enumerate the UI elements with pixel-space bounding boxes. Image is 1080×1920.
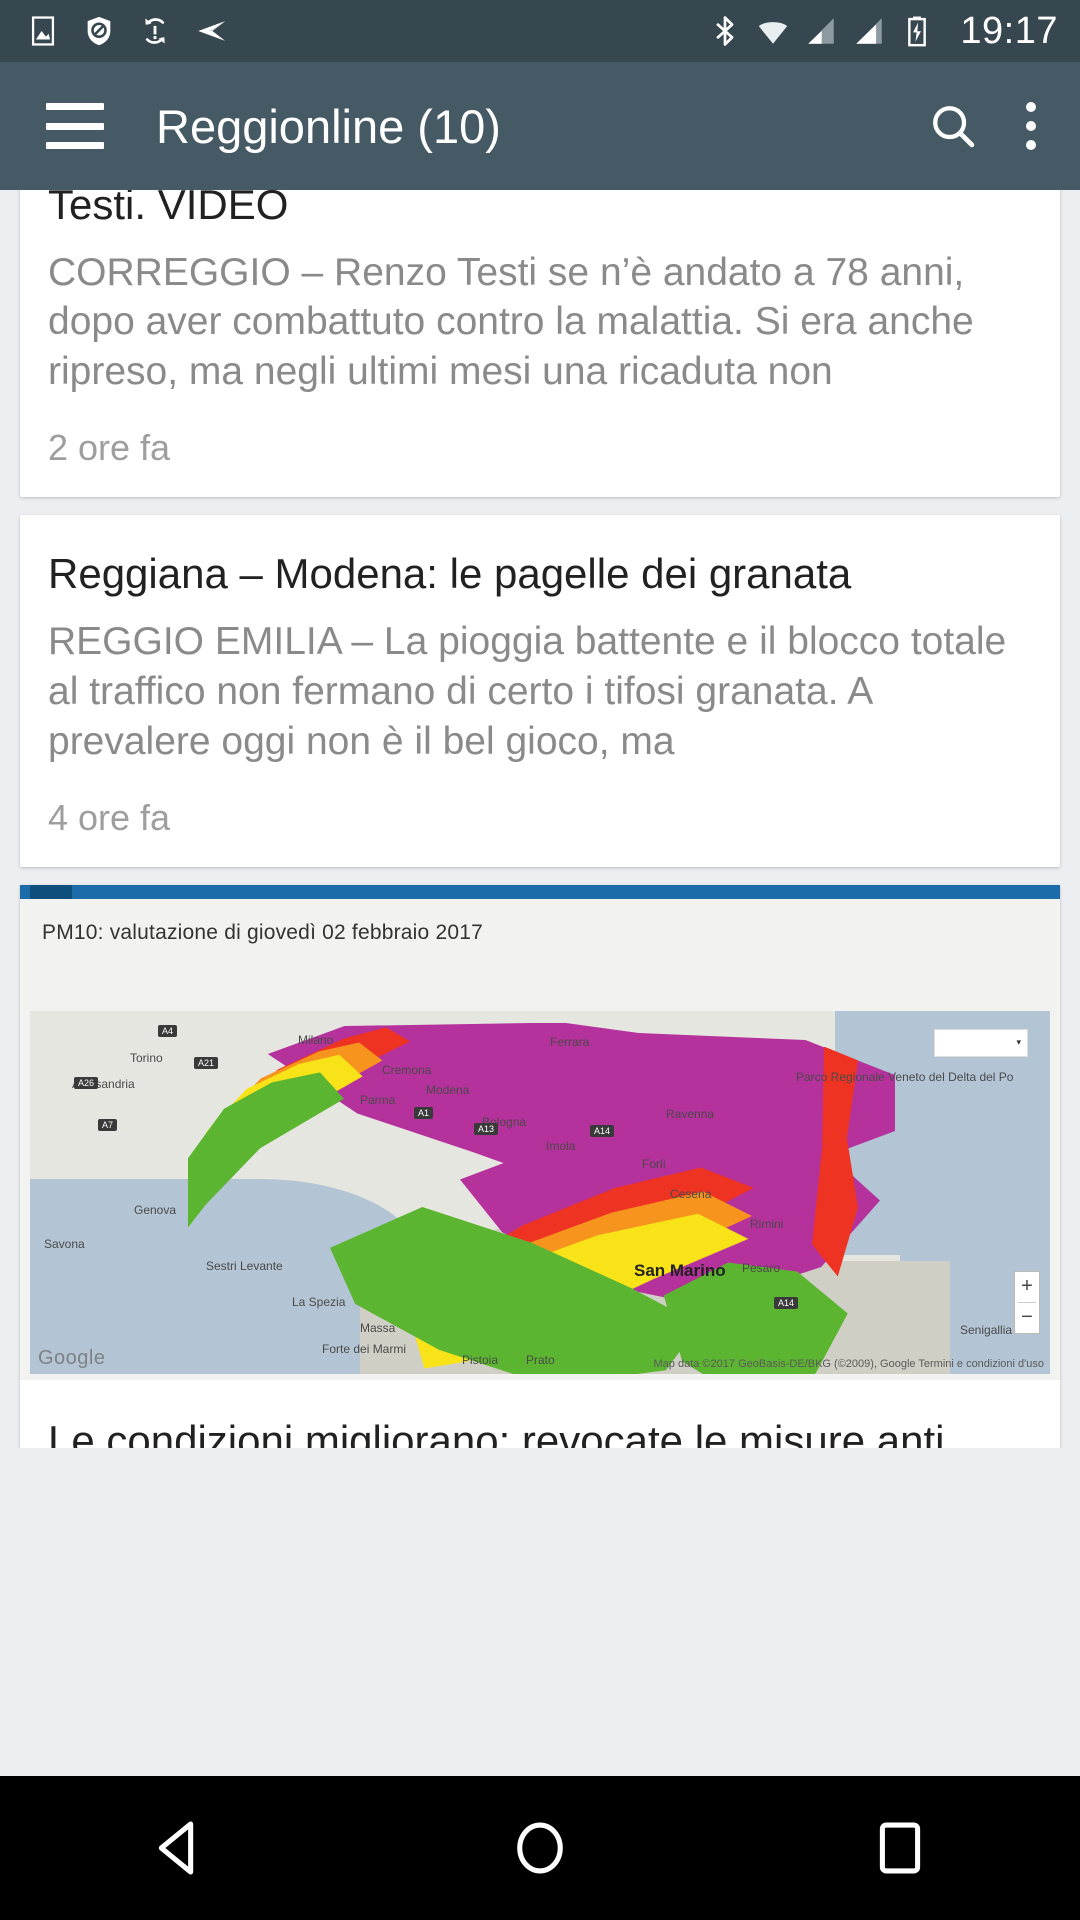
map-label: Savona: [44, 1236, 85, 1251]
map-zoom-controls[interactable]: + −: [1014, 1270, 1040, 1334]
map-label-san-marino: San Marino: [634, 1260, 726, 1280]
map-label: Forte dei Marmi: [322, 1341, 407, 1356]
map-label: Modena: [426, 1082, 470, 1097]
android-navigation-bar: [0, 1776, 1080, 1920]
app-bar: Reggionline (10): [0, 62, 1080, 190]
map-label: Pesaro: [742, 1260, 781, 1275]
map-label: Parma: [360, 1092, 396, 1107]
signal-sim1-icon: [808, 18, 835, 44]
article-image[interactable]: PM10: valutazione di giovedì 02 febbraio…: [20, 884, 1060, 1380]
map-label: Milano: [298, 1032, 334, 1047]
map-label: La Spezia: [292, 1294, 346, 1309]
map-label: Massa: [360, 1320, 396, 1335]
article-card[interactable]: Testi. VIDEO CORREGGIO – Renzo Testi se …: [20, 190, 1060, 498]
road-shield-icon: A4: [158, 1024, 178, 1037]
sync-problem-icon: [145, 18, 165, 44]
image-icon: [31, 16, 55, 46]
article-title: Testi. VIDEO: [48, 190, 289, 228]
more-vert-icon[interactable]: [1026, 102, 1036, 150]
road-shield-icon: A14: [590, 1124, 615, 1137]
back-triangle-icon: [158, 1821, 194, 1875]
road-shield-icon: A26: [74, 1076, 99, 1089]
map-label: Prato: [526, 1352, 555, 1367]
status-bar-clock: 19:17: [960, 10, 1058, 52]
road-shield-icon: A1: [414, 1106, 434, 1119]
map-label: Torino: [130, 1050, 163, 1065]
map-label: Senigallia: [960, 1322, 1013, 1337]
home-circle-icon: [517, 1822, 563, 1874]
map-zoom-out-button[interactable]: −: [1014, 1303, 1040, 1333]
app-bar-title: Reggionline (10): [156, 99, 501, 153]
road-shield-icon: A7: [98, 1118, 118, 1131]
map-label: Parco Regionale Veneto del Delta del Po: [796, 1069, 1013, 1084]
wifi-icon: [759, 22, 788, 44]
article-excerpt: REGGIO EMILIA – La pioggia battente e il…: [48, 619, 1007, 763]
map-type-dropdown[interactable]: ▾: [934, 1028, 1028, 1057]
battery-charging-icon: [908, 16, 927, 47]
article-timestamp: 2 ore fa: [48, 427, 171, 469]
map-attribution: Map data ©2017 GeoBasis-DE/BKG (©2009), …: [653, 1357, 1044, 1370]
nav-home-button[interactable]: [480, 1776, 600, 1920]
map-label: Forlì: [642, 1156, 666, 1171]
status-bar-left-icons: [26, 14, 228, 48]
image-browser-chrome-bar: [20, 884, 1060, 899]
map-zoom-in-button[interactable]: +: [1014, 1272, 1040, 1302]
article-card-with-image[interactable]: PM10: valutazione di giovedì 02 febbraio…: [20, 884, 1060, 1448]
nav-back-button[interactable]: [120, 1776, 240, 1920]
recents-square-icon: [879, 1822, 921, 1874]
article-list[interactable]: Testi. VIDEO CORREGGIO – Renzo Testi se …: [0, 190, 1080, 1448]
map-canvas[interactable]: Torino Alessandria Milano Cremona Ferrar…: [30, 1010, 1050, 1374]
article-card[interactable]: Reggiana – Modena: le pagelle dei granat…: [20, 515, 1060, 867]
article-title: Le condizioni migliorano: revocate le mi…: [48, 1416, 945, 1448]
road-shield-icon: A13: [474, 1122, 499, 1135]
phone-screen: 19:17 Reggionline (10) Testi. VIDEO CORR…: [0, 0, 1080, 1920]
hamburger-menu-icon[interactable]: [46, 103, 104, 149]
map-label: Sestri Levante: [206, 1258, 283, 1273]
map-label: Cremona: [382, 1062, 432, 1077]
road-shield-icon: A21: [194, 1056, 219, 1069]
google-watermark: Google: [38, 1346, 106, 1369]
article-timestamp: 4 ore fa: [48, 796, 171, 838]
map-label: Genova: [134, 1202, 177, 1217]
map-label: Imola: [546, 1138, 576, 1153]
search-icon[interactable]: [926, 99, 980, 153]
signal-sim2-icon: [856, 18, 883, 44]
road-shield-icon: A14: [774, 1296, 799, 1309]
nav-recents-button[interactable]: [840, 1776, 960, 1920]
chevron-down-icon: ▾: [1016, 1037, 1021, 1048]
send-arrow-icon: [198, 21, 226, 41]
status-bar-right-icons: 19:17: [708, 12, 1058, 50]
article-excerpt: CORREGGIO – Renzo Testi se n’è andato a …: [48, 250, 974, 394]
article-title: Reggiana – Modena: le pagelle dei granat…: [48, 550, 852, 598]
status-bar: 19:17: [0, 0, 1080, 62]
map-label: Ravenna: [666, 1106, 715, 1121]
map-label: Cesena: [670, 1186, 712, 1201]
map-label: Pistoia: [462, 1352, 499, 1367]
bluetooth-icon: [716, 16, 734, 46]
map-caption: PM10: valutazione di giovedì 02 febbraio…: [42, 920, 483, 944]
map-label: Ferrara: [550, 1034, 590, 1049]
app-bar-actions: [926, 99, 1052, 153]
map-label: Rimini: [750, 1216, 784, 1231]
block-shield-icon: [87, 16, 111, 46]
